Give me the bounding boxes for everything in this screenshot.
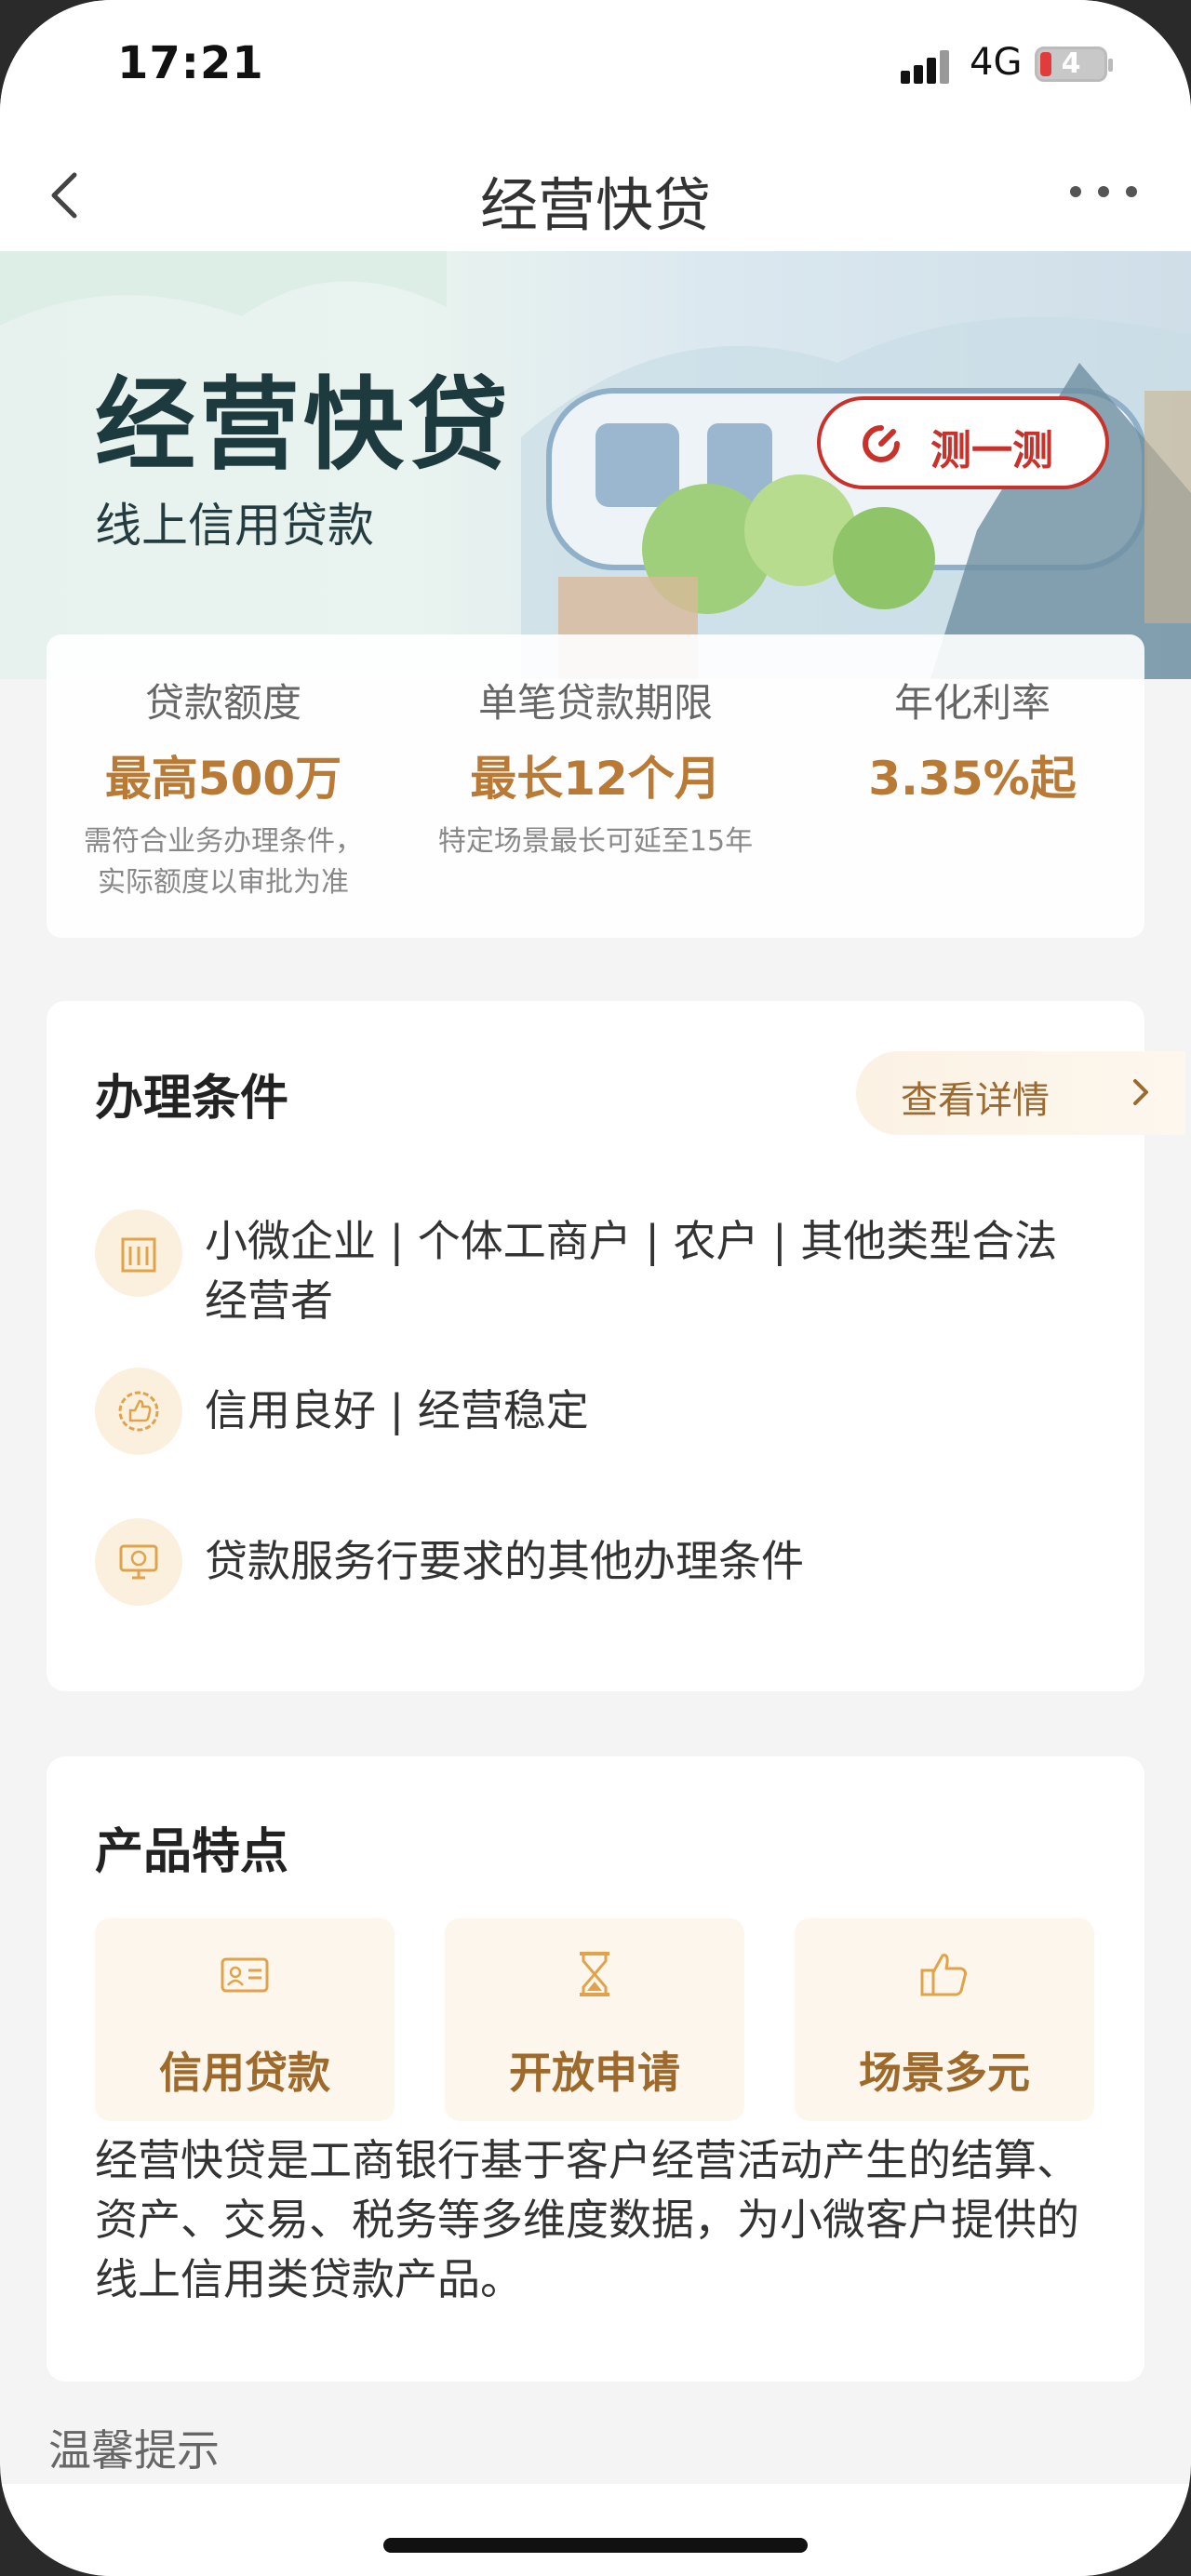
battery-level: 4 [1061,47,1081,80]
rate-note-line: 实际额度以审批为准 [98,866,349,899]
condition-text: 贷款服务行要求的其他办理条件 [205,1536,804,1586]
rate-label: 贷款额度 [144,680,301,726]
rate-value: 最高500万 [104,752,342,806]
rate-value: 最长12个月 [470,752,721,806]
warm-tips-heading: 温馨提示 [48,2425,220,2476]
test-button-label: 测一测 [930,427,1053,474]
hero-title: 经营快贷 [95,367,513,484]
page-title: 经营快贷 [479,171,711,239]
feature-label: 信用贷款 [159,2048,330,2098]
gauge-icon [863,425,900,462]
features-card: 产品特点 信用贷款 开放申请 场景多元 经营快贷是工商银行基于客户经营活动产生的… [47,1756,1144,2382]
more-button[interactable] [1070,179,1144,201]
feature-label: 开放申请 [509,2048,680,2098]
hero-subtitle: 线上信用贷款 [95,499,374,553]
condition-text: 小微企业 | 个体工商户 | 农户 | 其他类型合法经营者 [205,1216,1058,1326]
product-description: 经营快贷是工商银行基于客户经营活动产生的结算、资产、交易、税务等多维度数据，为小… [95,2135,1079,2304]
rate-value: 3.35%起 [868,752,1077,806]
rate-label: 年化利率 [893,680,1050,726]
feature-open-application: 开放申请 [445,1918,744,2121]
condition-item: 小微企业 | 个体工商户 | 农户 | 其他类型合法经营者 [95,1198,1118,1326]
condition-text: 信用良好 | 经营稳定 [205,1385,589,1435]
conditions-card: 办理条件 查看详情 小微企业 | 个体工商户 | 农户 | 其他类型合法经营者 … [47,1001,1185,1691]
network-label: 4G [970,41,1023,84]
status-time: 17:21 [117,37,264,89]
thumbs-up-icon [920,1954,967,1996]
feature-diverse-scenarios: 场景多元 [795,1918,1094,2121]
features-row: 信用贷款 开放申请 场景多元 [95,1918,1109,2121]
rate-label: 单笔贷款期限 [477,680,713,726]
navigation-bar: 经营快贷 [0,140,1191,251]
battery-frame: 4 [1035,47,1113,82]
hero-banner: 经营快贷 线上信用贷款 测一测 [0,251,1191,679]
feature-label: 场景多元 [859,2048,1030,2098]
phone-screen: 17:21 4G 4 经营快贷 经营快贷 线上信用贷款 测一测 贷款额度 最高5… [0,0,1191,2576]
rate-interest: 年化利率 3.35%起 [819,672,1126,808]
hourglass-icon [580,1952,609,1996]
status-bar: 17:21 4G 4 [0,0,1191,140]
condition-item: 贷款服务行要求的其他办理条件 [95,1518,1118,1611]
view-details-button[interactable]: 查看详情 [856,1051,1185,1135]
rate-note-line: 需符合业务办理条件， [84,825,363,858]
features-title: 产品特点 [95,1824,289,1880]
rate-note: 特定场景最长可延至15年 [437,825,754,858]
signal-icon [901,47,958,84]
chevron-right-icon [1133,1079,1148,1105]
rate-amount: 贷款额度 最高500万 需符合业务办理条件， 实际额度以审批为准 [47,672,400,903]
condition-item: 信用良好 | 经营稳定 [95,1368,1118,1461]
rate-term: 单笔贷款期限 最长12个月 特定场景最长可延至15年 [409,672,782,862]
test-button[interactable]: 测一测 [817,396,1109,489]
building-icon [95,1209,182,1297]
monitor-coin-icon [95,1518,182,1606]
view-details-label: 查看详情 [901,1079,1050,1122]
thumbs-up-badge-icon [95,1368,182,1455]
loan-rates-panel: 贷款额度 最高500万 需符合业务办理条件， 实际额度以审批为准 单笔贷款期限 … [47,634,1144,938]
home-indicator[interactable] [383,2538,808,2553]
bottom-safe-area [0,2484,1191,2576]
rate-note: 需符合业务办理条件， 实际额度以审批为准 [47,821,400,903]
more-dots-icon [1070,186,1081,197]
id-card-icon [221,1957,269,1993]
feature-credit-loan: 信用贷款 [95,1918,395,2121]
conditions-title: 办理条件 [95,1071,289,1127]
